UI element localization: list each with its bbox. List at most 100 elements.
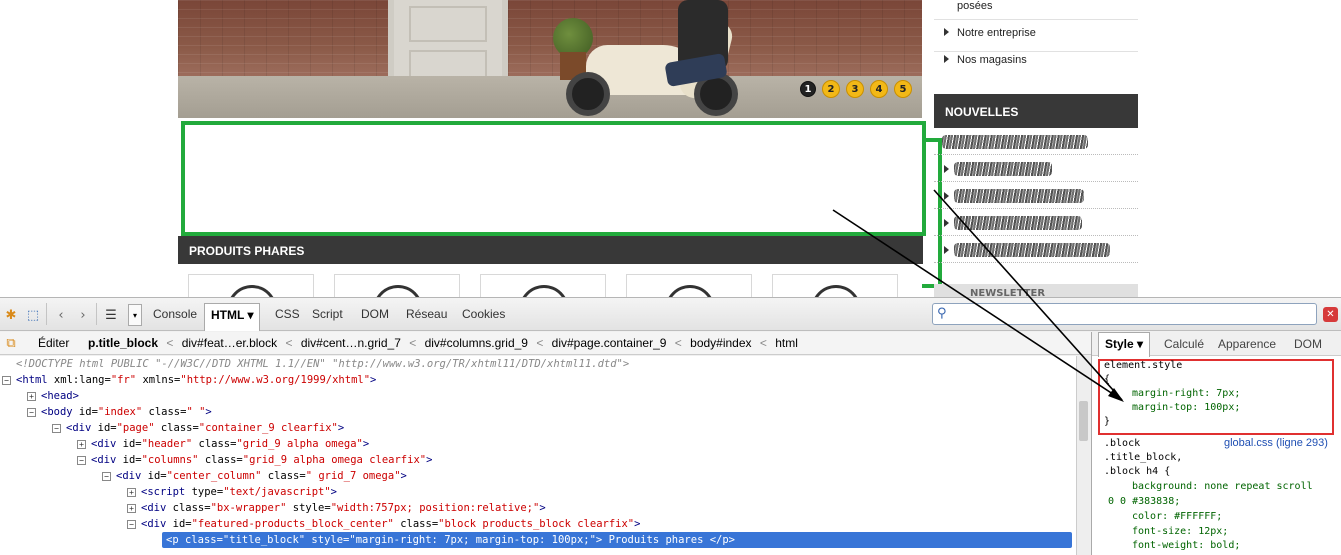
redacted-text (954, 216, 1082, 230)
search-input[interactable]: ⚲ (932, 303, 1317, 325)
expand-icon[interactable]: + (127, 503, 136, 513)
html-node[interactable]: + <div class="bx-wrapper" style="width:75… (127, 500, 546, 516)
menu-icon[interactable]: ☰ (102, 306, 120, 324)
attr-value: "text/javascript" (223, 486, 331, 498)
breadcrumb-item[interactable]: div#feat…er.block (182, 336, 277, 350)
tab-html-dropdown-icon[interactable]: ▾ (247, 308, 253, 322)
html-node[interactable]: + <script type="text/javascript"> (127, 484, 337, 500)
breadcrumb-item[interactable]: div#columns.grid_9 (425, 336, 528, 350)
slider-page-3[interactable]: 3 (846, 80, 864, 98)
side-tab-dropdown-icon[interactable]: ▾ (1137, 337, 1143, 351)
expand-icon[interactable]: + (27, 391, 36, 401)
html-node[interactable]: + <head> (27, 388, 79, 404)
collapse-icon[interactable]: − (2, 375, 11, 385)
collapse-icon[interactable]: − (102, 471, 111, 481)
attr-name: id= (72, 406, 98, 418)
edit-button[interactable]: Éditer (38, 336, 69, 350)
css-property[interactable]: color: #FFFFFF; (1132, 510, 1222, 524)
product-card[interactable] (188, 274, 314, 297)
attr-name: id= (141, 470, 167, 482)
tag-close: > (539, 502, 546, 514)
firebug-panel: ✱ ⬚ ‹ › ☰ ▾ Console HTML ▾ CSS Script DO… (0, 297, 1341, 555)
menu-item-posees[interactable]: posées (934, 0, 1138, 20)
side-tab-style[interactable]: Style ▾ (1098, 332, 1151, 357)
product-card[interactable] (334, 274, 460, 297)
attr-name: class= (192, 438, 237, 450)
slider-page-4[interactable]: 4 (870, 80, 888, 98)
css-property[interactable]: font-weight: bold; (1132, 539, 1240, 553)
back-arrow-icon[interactable]: ‹ (52, 306, 70, 324)
news-item[interactable] (934, 128, 1138, 155)
css-property[interactable]: margin-top: 100px; (1132, 401, 1240, 415)
firebug-icon[interactable]: ✱ (2, 306, 20, 324)
close-icon[interactable]: ✕ (1323, 307, 1338, 322)
collapse-icon[interactable]: − (127, 519, 136, 529)
expand-icon[interactable]: + (127, 487, 136, 497)
inspect-icon[interactable]: ⬚ (24, 306, 42, 324)
edit-icon[interactable]: ⧉ (2, 334, 20, 352)
bullet-arrow-icon (944, 192, 949, 200)
slider-page-1[interactable]: 1 (800, 81, 816, 97)
breadcrumb-path: p.title_block < div#feat…er.block < div#… (88, 336, 798, 350)
side-tab-apparence[interactable]: Apparence (1218, 337, 1276, 351)
collapse-icon[interactable]: − (52, 423, 61, 433)
side-tab-calcule[interactable]: Calculé (1164, 337, 1204, 351)
news-item[interactable] (934, 236, 1138, 263)
attr-value: "grid_9 alpha omega clearfix" (242, 454, 427, 466)
css-property[interactable]: margin-right: 7px; (1132, 387, 1240, 401)
panel-menu-dropdown[interactable]: ▾ (128, 304, 142, 326)
tab-html[interactable]: HTML ▾ (204, 303, 261, 331)
attr-value: "columns" (141, 454, 199, 466)
css-property[interactable]: 0 0 #383838; (1108, 495, 1180, 509)
slider-page-5[interactable]: 5 (894, 80, 912, 98)
attr-value: "width:757px; position:relative;" (330, 502, 540, 514)
html-node-selected[interactable]: <p class="title_block" style="margin-rig… (162, 532, 1072, 548)
breadcrumb-item[interactable]: div#page.container_9 (552, 336, 667, 350)
forward-arrow-icon[interactable]: › (74, 306, 92, 324)
html-node[interactable]: − <div id="columns" class="grid_9 alpha o… (77, 452, 432, 468)
tab-dom[interactable]: DOM (361, 307, 389, 321)
product-card[interactable] (626, 274, 752, 297)
bag-image (227, 285, 277, 297)
collapse-icon[interactable]: − (77, 455, 86, 465)
tab-cookies[interactable]: Cookies (462, 307, 505, 321)
css-source-link[interactable]: global.css (ligne 293) (1224, 437, 1328, 449)
html-node[interactable]: − <html xml:lang="fr" xmlns="http://www.w… (2, 372, 376, 388)
css-property[interactable]: background: none repeat scroll (1132, 480, 1313, 494)
breadcrumb-item[interactable]: html (775, 336, 798, 350)
highlight-margin-box (181, 121, 926, 236)
expand-icon[interactable]: + (77, 439, 86, 449)
html-node[interactable]: − <div id="featured-products_block_center… (127, 516, 640, 532)
collapse-icon[interactable]: − (27, 407, 36, 417)
menu-item-entreprise[interactable]: Notre entreprise (934, 25, 1138, 52)
bullet-arrow-icon (944, 246, 949, 254)
tab-console[interactable]: Console (153, 307, 197, 321)
css-property[interactable]: font-size: 12px; (1132, 525, 1228, 539)
html-node[interactable]: − <div id="center_column" class=" grid_7 … (102, 468, 407, 484)
slider-page-2[interactable]: 2 (822, 80, 840, 98)
html-node[interactable]: <!DOCTYPE html PUBLIC "-//W3C//DTD XHTML… (16, 356, 629, 372)
breadcrumb-item[interactable]: div#cent…n.grid_7 (301, 336, 401, 350)
tag-name: <html (16, 374, 48, 386)
menu-item-magasins[interactable]: Nos magasins (934, 52, 1138, 79)
breadcrumb-item[interactable]: p.title_block (88, 336, 158, 350)
html-node[interactable]: − <div id="page" class="container_9 clear… (52, 420, 344, 436)
tab-css[interactable]: CSS (275, 307, 300, 321)
news-item[interactable] (934, 209, 1138, 236)
newsletter-header: NEWSLETTER (934, 284, 1138, 297)
side-tab-dom[interactable]: DOM (1294, 337, 1322, 351)
html-tree-scrollbar[interactable] (1076, 356, 1090, 555)
tab-script[interactable]: Script (312, 307, 343, 321)
news-item[interactable] (934, 155, 1138, 182)
news-item[interactable] (934, 182, 1138, 209)
product-card[interactable] (772, 274, 898, 297)
html-node[interactable]: − <body id="index" class=" "> (27, 404, 212, 420)
tab-reseau[interactable]: Réseau (406, 307, 447, 321)
css-rules-pane: element.style {margin-right: 7px; margin-t… (1092, 357, 1341, 555)
scrollbar-thumb[interactable] (1079, 401, 1088, 441)
tag-name: <div (141, 502, 167, 514)
html-node[interactable]: + <div id="header" class="grid_9 alpha om… (77, 436, 369, 452)
product-card[interactable] (480, 274, 606, 297)
breadcrumb-item[interactable]: body#index (690, 336, 751, 350)
hero-slider-image[interactable] (178, 0, 922, 118)
